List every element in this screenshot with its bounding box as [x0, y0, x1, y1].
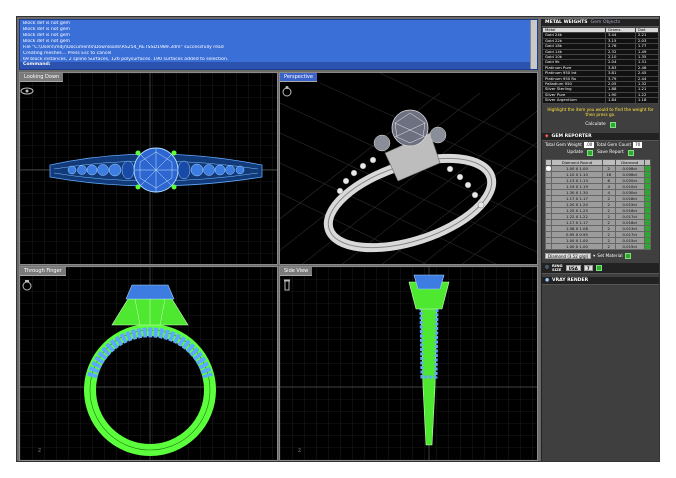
command-history[interactable]: Block def is not gem Block def is not ge… [19, 19, 538, 70]
svg-text:z: z [298, 447, 301, 454]
vray-title: VRAY RENDER [552, 277, 589, 283]
ring-size-header[interactable]: ◎ RING SIZE USA 7 [542, 262, 659, 274]
metal-hint: Highlight the item you would to find the… [547, 106, 654, 118]
total-count-label: Total Gem Count [596, 142, 632, 148]
ring-perspective-icon[interactable] [280, 85, 294, 97]
material-row: Diamond (3.52 g/gl) ▾ Set Material [542, 252, 659, 260]
ring-front-icon[interactable] [20, 279, 34, 291]
top-view-canvas [20, 73, 277, 264]
gem-table[interactable]: Diamond Round Diamond 1.00 X 1.00 2 0.008c… [545, 158, 651, 250]
total-count-field[interactable]: 70 [633, 141, 643, 148]
chevron-down-icon: ▾ [593, 253, 596, 259]
app-window: Block def is not gem Block def is not ge… [16, 16, 660, 462]
vray-header[interactable]: ● VRAY RENDER [542, 276, 659, 285]
svg-text:z: z [38, 447, 41, 454]
gem-totals: Total Gem Weight .00 Total Gem Count 70 [542, 141, 659, 149]
size-label: SIZE [552, 266, 562, 272]
total-weight-label: Total Gem Weight [545, 142, 582, 148]
diamond-select[interactable]: Diamond (3.52 g/gl) [545, 252, 592, 259]
gem-icon: ◆ [545, 133, 549, 139]
ring-top-icon[interactable] [20, 85, 34, 97]
metal-weights-header[interactable]: METAL WEIGHTS Gem Objects [542, 19, 659, 27]
gem-actions: Update Save Report [542, 149, 659, 157]
update-button[interactable] [587, 149, 594, 156]
gem-reporter-header[interactable]: ◆ GEM REPORTER [542, 132, 659, 141]
size-system-select[interactable]: USA [565, 264, 581, 271]
ring-size-select[interactable]: 7 [583, 264, 593, 271]
table-cell: 2 [601, 242, 616, 250]
viewport-title[interactable]: Looking Down [20, 73, 64, 82]
set-material-label: Set Material [597, 253, 623, 259]
viewport-front[interactable]: Through Finger z [19, 266, 278, 461]
ring-size-labels: RING SIZE [552, 263, 563, 272]
calculate-row: Calculate [542, 121, 659, 129]
side-view-canvas: z [280, 267, 537, 460]
gem-reporter-title: GEM REPORTER [551, 133, 592, 139]
viewport-top[interactable]: Looking Down [19, 72, 278, 265]
command-scrollbar[interactable] [530, 20, 537, 69]
table-row[interactable]: Silver Argentium 1.84 1.18 [542, 97, 659, 104]
viewport-side[interactable]: Side View z [279, 266, 538, 461]
tab-gem-objects[interactable]: Gem Objects [591, 20, 621, 25]
calculate-button[interactable] [609, 121, 616, 128]
viewport-perspective[interactable]: Perspective [279, 72, 538, 265]
viewport-title[interactable]: Through Finger [20, 267, 66, 276]
table-cell: 1.00 X 1.00 [551, 242, 603, 250]
metal-weights-table[interactable]: Metal Grams Dwt Gold 24k 3.44 2.21 Gold 22k… [542, 26, 659, 104]
table-cell: 0.015ct [614, 242, 646, 250]
table-cell: Silver Argentium [542, 97, 606, 104]
command-prompt[interactable]: Command: [20, 62, 537, 69]
perspective-canvas [280, 73, 537, 264]
save-report-button[interactable] [627, 149, 634, 156]
save-report-label: Save Report [597, 150, 624, 156]
vray-icon: ● [545, 277, 550, 283]
ring-side-icon[interactable] [280, 279, 294, 291]
table-cell: 1.18 [634, 97, 659, 104]
set-material-button[interactable] [624, 252, 631, 259]
ring-size-apply-button[interactable] [595, 264, 602, 271]
table-cell: 1.84 [604, 97, 636, 104]
total-weight-field[interactable]: .00 [583, 141, 595, 148]
viewport-title[interactable]: Perspective [280, 73, 317, 82]
table-row[interactable]: 1.00 X 1.00 2 0.015ct [545, 242, 651, 250]
calculate-label: Calculate [585, 122, 606, 128]
right-panel: METAL WEIGHTS Gem Objects Metal Grams Dw… [541, 19, 659, 461]
update-label: Update [567, 150, 584, 156]
metal-weights-title: METAL WEIGHTS [545, 20, 588, 25]
ring-icon: ◎ [545, 265, 550, 271]
front-view-canvas: z [20, 267, 277, 460]
row-checkbox[interactable] [644, 242, 651, 250]
viewport-title[interactable]: Side View [280, 267, 313, 276]
